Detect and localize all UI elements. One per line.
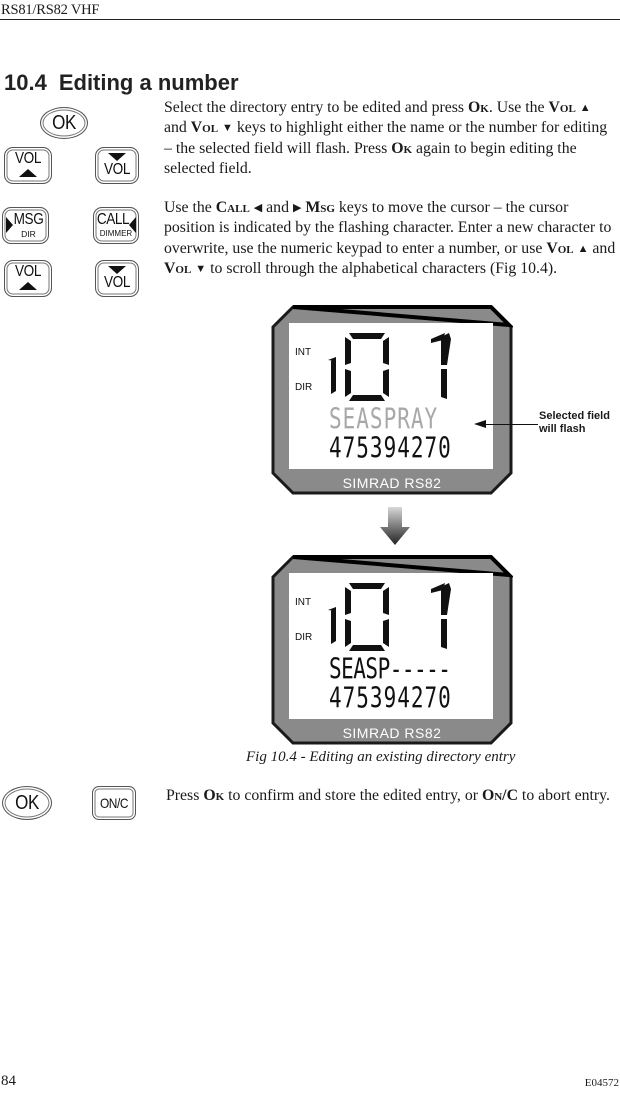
ok-key-label: OK xyxy=(52,112,76,134)
down-triangle-icon: ▼ xyxy=(222,122,233,135)
section-title: Editing a number xyxy=(58,70,239,95)
call-key-label: CALL xyxy=(96,211,130,228)
text: to abort entry. xyxy=(517,787,610,804)
key-ref-ok: Ok xyxy=(203,787,225,804)
left-triangle-icon: ◀ xyxy=(253,202,263,214)
vol-down-key-icon: VOL xyxy=(95,260,139,297)
msg-key-label: MSG xyxy=(13,211,44,228)
int-indicator: INT xyxy=(295,347,312,358)
onc-key-icon: ON/C xyxy=(92,786,136,820)
key-ref-vol: Vol xyxy=(190,119,219,137)
paragraph-confirm: Press Ok to confirm and store the edited… xyxy=(166,786,618,806)
right-triangle-icon: ▶ xyxy=(292,202,302,214)
key-ref-ok: Ok xyxy=(391,139,413,157)
figure-caption: Fig 10.4 - Editing an existing directory… xyxy=(246,749,516,765)
lcd-display-after: INT DIR SEASP----- 475394270 SIMRAD RS82 xyxy=(271,555,513,745)
brand-label: SIMRAD RS82 xyxy=(342,475,442,491)
up-triangle-icon xyxy=(19,169,37,177)
text: Use the xyxy=(164,199,216,216)
brand-label: SIMRAD RS82 xyxy=(342,725,442,741)
vol-key-label: VOL xyxy=(15,263,41,280)
call-dimmer-key-icon: CALL DIMMER xyxy=(93,207,139,244)
ok-key-label: OK xyxy=(15,792,39,814)
lcd-screen: INT DIR SEASP----- 475394270 xyxy=(289,573,493,719)
document-code: E04572 xyxy=(584,1077,619,1089)
section-heading: 10.4 Editing a number xyxy=(4,70,239,96)
vol-down-key-icon: VOL xyxy=(95,147,139,184)
directory-name-field: SEASPRAY xyxy=(329,403,439,436)
down-triangle-icon: ▼ xyxy=(195,263,207,276)
section-number: 10.4 xyxy=(4,70,47,95)
vol-up-key-icon: VOL xyxy=(4,147,52,184)
int-indicator: INT xyxy=(295,597,312,608)
text: . Use the xyxy=(488,99,549,116)
running-header: RS81/RS82 VHF xyxy=(1,2,100,18)
directory-number-field: 475394270 xyxy=(329,682,452,715)
vol-key-label: VOL xyxy=(104,274,130,291)
directory-name-field: SEASP----- xyxy=(329,653,451,686)
text: Press xyxy=(166,787,204,804)
channel-digits xyxy=(328,333,451,401)
directory-number-field: 475394270 xyxy=(329,432,452,465)
up-triangle-icon xyxy=(19,282,37,290)
paragraph-move-cursor: Use the Call ◀ and ▶ Msg keys to move th… xyxy=(164,198,616,280)
key-ref-ok: Ok xyxy=(467,99,489,116)
text: to confirm and store the edited entry, o… xyxy=(224,787,482,804)
up-triangle-icon: ▲ xyxy=(577,242,589,255)
header-rule xyxy=(0,19,620,20)
up-triangle-icon: ▲ xyxy=(579,102,591,114)
callout-label: Selected field will flash xyxy=(539,410,610,435)
key-ref-onc: On/C xyxy=(481,787,518,804)
vol-key-label: VOL xyxy=(15,150,41,167)
text: and xyxy=(164,119,191,137)
onc-key-label: ON/C xyxy=(99,795,129,811)
down-triangle-icon xyxy=(108,153,126,161)
down-arrow-icon xyxy=(380,507,410,545)
ok-key-icon: OK xyxy=(2,786,52,820)
vol-up-key-icon: VOL xyxy=(4,260,52,297)
text: and xyxy=(262,199,293,216)
lcd-display-before: INT DIR SEASPRAY 475394270 SIMRAD RS82 xyxy=(271,305,513,495)
text: and xyxy=(588,239,616,257)
key-ref-call: Call xyxy=(215,199,250,216)
left-triangle-icon xyxy=(129,217,136,233)
paragraph-select-entry: Select the directory entry to be edited … xyxy=(164,98,616,180)
page-number: 84 xyxy=(1,1073,16,1089)
dir-key-sublabel: DIR xyxy=(21,229,36,239)
down-triangle-icon xyxy=(108,266,126,274)
dir-indicator: DIR xyxy=(295,632,313,643)
key-ref-msg: Msg xyxy=(305,199,335,216)
key-ref-vol: Vol xyxy=(548,99,576,116)
key-ref-vol: Vol xyxy=(546,239,574,257)
ok-key-icon: OK xyxy=(40,107,88,139)
dir-indicator: DIR xyxy=(295,382,313,393)
callout-line xyxy=(484,424,538,425)
vol-key-label: VOL xyxy=(104,161,130,178)
text: to scroll through the alphabetical chara… xyxy=(206,260,558,278)
channel-digits xyxy=(328,583,451,651)
msg-dir-key-icon: MSG DIR xyxy=(2,207,49,244)
text: Select the directory entry to be edited … xyxy=(164,99,468,116)
lcd-screen: INT DIR SEASPRAY 475394270 xyxy=(289,323,493,469)
key-ref-vol: Vol xyxy=(164,260,192,278)
